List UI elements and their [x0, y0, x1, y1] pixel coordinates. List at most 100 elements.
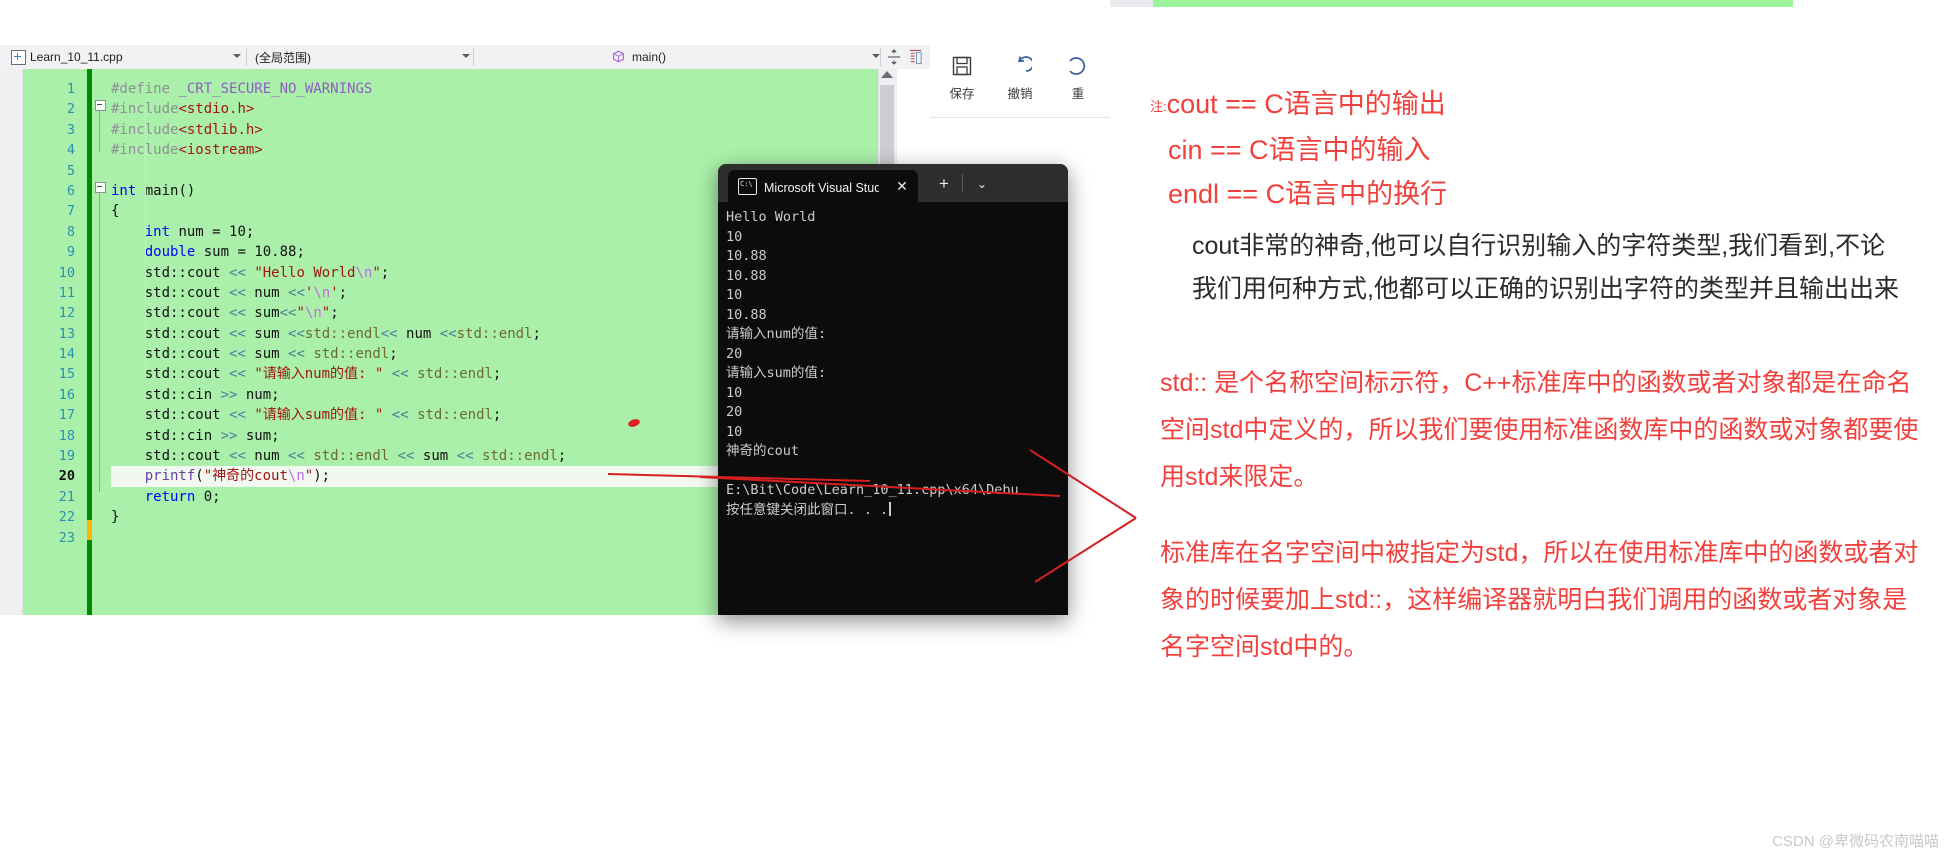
fold-toggle-include[interactable] — [95, 100, 106, 111]
console-tab[interactable]: Microsoft Visual Studio 调试控 ✕ — [728, 170, 918, 202]
line-number: 6 — [66, 182, 75, 199]
undo-icon — [992, 53, 1048, 79]
save-button[interactable]: 保存 — [934, 53, 990, 102]
code-line-1[interactable]: #define _CRT_SECURE_NO_WARNINGS — [111, 79, 881, 99]
editor-left-gutter — [0, 69, 23, 615]
console-line: 10 — [726, 287, 743, 303]
indent-guide — [145, 109, 146, 377]
line-number-gutter: 1 2 3 4 5 6 7 8 9 10 11 12 13 14 15 16 1… — [23, 69, 83, 615]
line-number: 15 — [58, 366, 75, 383]
fold-guide-line — [99, 110, 100, 152]
save-icon — [934, 53, 990, 79]
debug-console-window[interactable]: Microsoft Visual Studio 调试控 ✕ + ⌄ Hello … — [718, 164, 1068, 615]
console-line: 10 — [726, 423, 743, 440]
console-line: 20 — [726, 345, 743, 362]
console-line: 10.88 — [726, 267, 767, 284]
close-icon[interactable]: ✕ — [894, 178, 910, 194]
console-line: 10 — [726, 228, 743, 245]
scope-dropdown-label: (全局范围) — [255, 50, 311, 65]
fold-guide-line — [99, 192, 100, 492]
new-tab-icon[interactable]: + — [933, 174, 955, 194]
console-line-path: E:\Bit\Code\Learn_10_11.cpp\x64\Debu — [726, 482, 1019, 498]
top-green-accent-bar — [1153, 0, 1793, 7]
line-number: 21 — [58, 488, 75, 505]
console-output[interactable]: Hello World 10 10.88 10.88 10 10.88 请输入n… — [718, 202, 1068, 615]
console-title-bar[interactable]: Microsoft Visual Studio 调试控 ✕ + ⌄ — [718, 164, 1068, 202]
line-number: 14 — [58, 346, 75, 363]
navbar-divider — [246, 48, 247, 66]
line-number: 23 — [58, 529, 75, 546]
line-number: 4 — [66, 142, 75, 159]
note-paragraph-std-namespace: std:: 是个名称空间标示符，C++标准库中的函数或者对象都是在命名空间std… — [1160, 369, 1919, 491]
code-line-4[interactable]: #include<iostream> — [111, 140, 881, 160]
note-cout-text: cout == C语言中的输出 — [1166, 89, 1446, 119]
change-tracking-bar-unsaved — [87, 520, 92, 540]
chevron-down-icon[interactable]: ⌄ — [971, 174, 993, 194]
line-number: 8 — [66, 223, 75, 240]
scroll-up-arrow-icon[interactable] — [881, 71, 893, 78]
console-tab-title: Microsoft Visual Studio 调试控 — [764, 180, 879, 195]
terminal-icon — [738, 177, 757, 195]
console-line: 请输入sum的值: — [726, 365, 827, 381]
line-number: 13 — [58, 325, 75, 342]
line-number: 17 — [58, 407, 75, 424]
console-line: 20 — [726, 404, 743, 420]
save-button-label: 保存 — [949, 87, 975, 101]
fold-toggle-main[interactable] — [95, 182, 106, 193]
console-line-prompt: 按任意键关闭此窗口. . . — [726, 501, 1068, 521]
code-line-2[interactable]: #include<stdio.h> — [111, 99, 881, 119]
line-number: 22 — [58, 509, 75, 526]
split-view-icon[interactable] — [887, 49, 901, 65]
note-paragraph-cout: cout非常的神奇,他可以自行识别输入的字符类型,我们看到,不论我们用何种方式,… — [1192, 232, 1899, 303]
line-number: 18 — [58, 427, 75, 444]
top-grey-bar — [1110, 0, 1155, 7]
console-line: 10.88 — [726, 248, 767, 264]
line-number: 9 — [66, 244, 75, 261]
console-line: 10 — [726, 384, 743, 401]
console-line: 10.88 — [726, 306, 767, 323]
file-tab[interactable]: Learn_10_11.cpp — [30, 45, 230, 69]
redo-icon — [1050, 53, 1106, 79]
line-number: 7 — [66, 203, 75, 220]
csdn-watermark: CSDN @卑微码农南喵喵 — [1772, 833, 1939, 850]
undo-button-label: 撤销 — [1007, 87, 1033, 101]
line-number: 12 — [58, 305, 75, 322]
document-outline-icon[interactable] — [908, 48, 923, 66]
file-tab-label: Learn_10_11.cpp — [30, 50, 123, 64]
console-line: Hello World — [726, 209, 816, 225]
file-tab-chevron-down-icon[interactable] — [233, 54, 241, 58]
line-number: 19 — [58, 448, 75, 465]
console-line: 请输入num的值: — [726, 326, 827, 342]
member-dropdown[interactable]: main() — [632, 45, 812, 69]
note-cout-line: 注:cout == C语言中的输出 — [1150, 82, 1446, 121]
annotation-panel: 注:cout == C语言中的输出 cin == C语言中的输入 endl ==… — [1130, 60, 1950, 860]
undo-button[interactable]: 撤销 — [992, 53, 1048, 102]
scope-dropdown[interactable]: (全局范围) — [255, 45, 455, 69]
redo-button-label: 重 — [1071, 87, 1085, 101]
cpp-file-icon — [11, 50, 26, 65]
scope-chevron-down-icon[interactable] — [462, 54, 470, 58]
redo-button[interactable]: 重 — [1050, 53, 1106, 102]
tabbar-divider — [962, 174, 963, 192]
line-number: 10 — [58, 264, 75, 281]
note-cin-line: cin == C语言中的输入 — [1168, 135, 1431, 165]
quick-access-toolbar: 保存 撤销 重 — [930, 45, 1110, 118]
method-icon — [613, 50, 624, 63]
line-number-current: 20 — [58, 468, 75, 485]
line-number: 5 — [66, 162, 75, 179]
line-number: 2 — [66, 101, 75, 118]
console-caret — [889, 501, 892, 516]
note-prefix-label: 注: — [1150, 99, 1167, 114]
member-chevron-down-icon[interactable] — [872, 54, 880, 58]
line-number: 11 — [58, 284, 75, 301]
line-number: 1 — [66, 81, 75, 97]
line-number: 3 — [66, 121, 75, 138]
line-number: 16 — [58, 386, 75, 403]
navbar-divider-2 — [473, 48, 474, 66]
note-paragraph-std-usage: 标准库在名字空间中被指定为std，所以在使用标准库中的函数或者对象的时候要加上s… — [1160, 539, 1919, 661]
code-folding-column[interactable] — [95, 69, 109, 615]
navbar-divider-3 — [880, 48, 881, 66]
console-line: 神奇的cout — [726, 443, 800, 459]
code-line-3[interactable]: #include<stdlib.h> — [111, 120, 881, 140]
member-dropdown-label: main() — [632, 50, 667, 64]
